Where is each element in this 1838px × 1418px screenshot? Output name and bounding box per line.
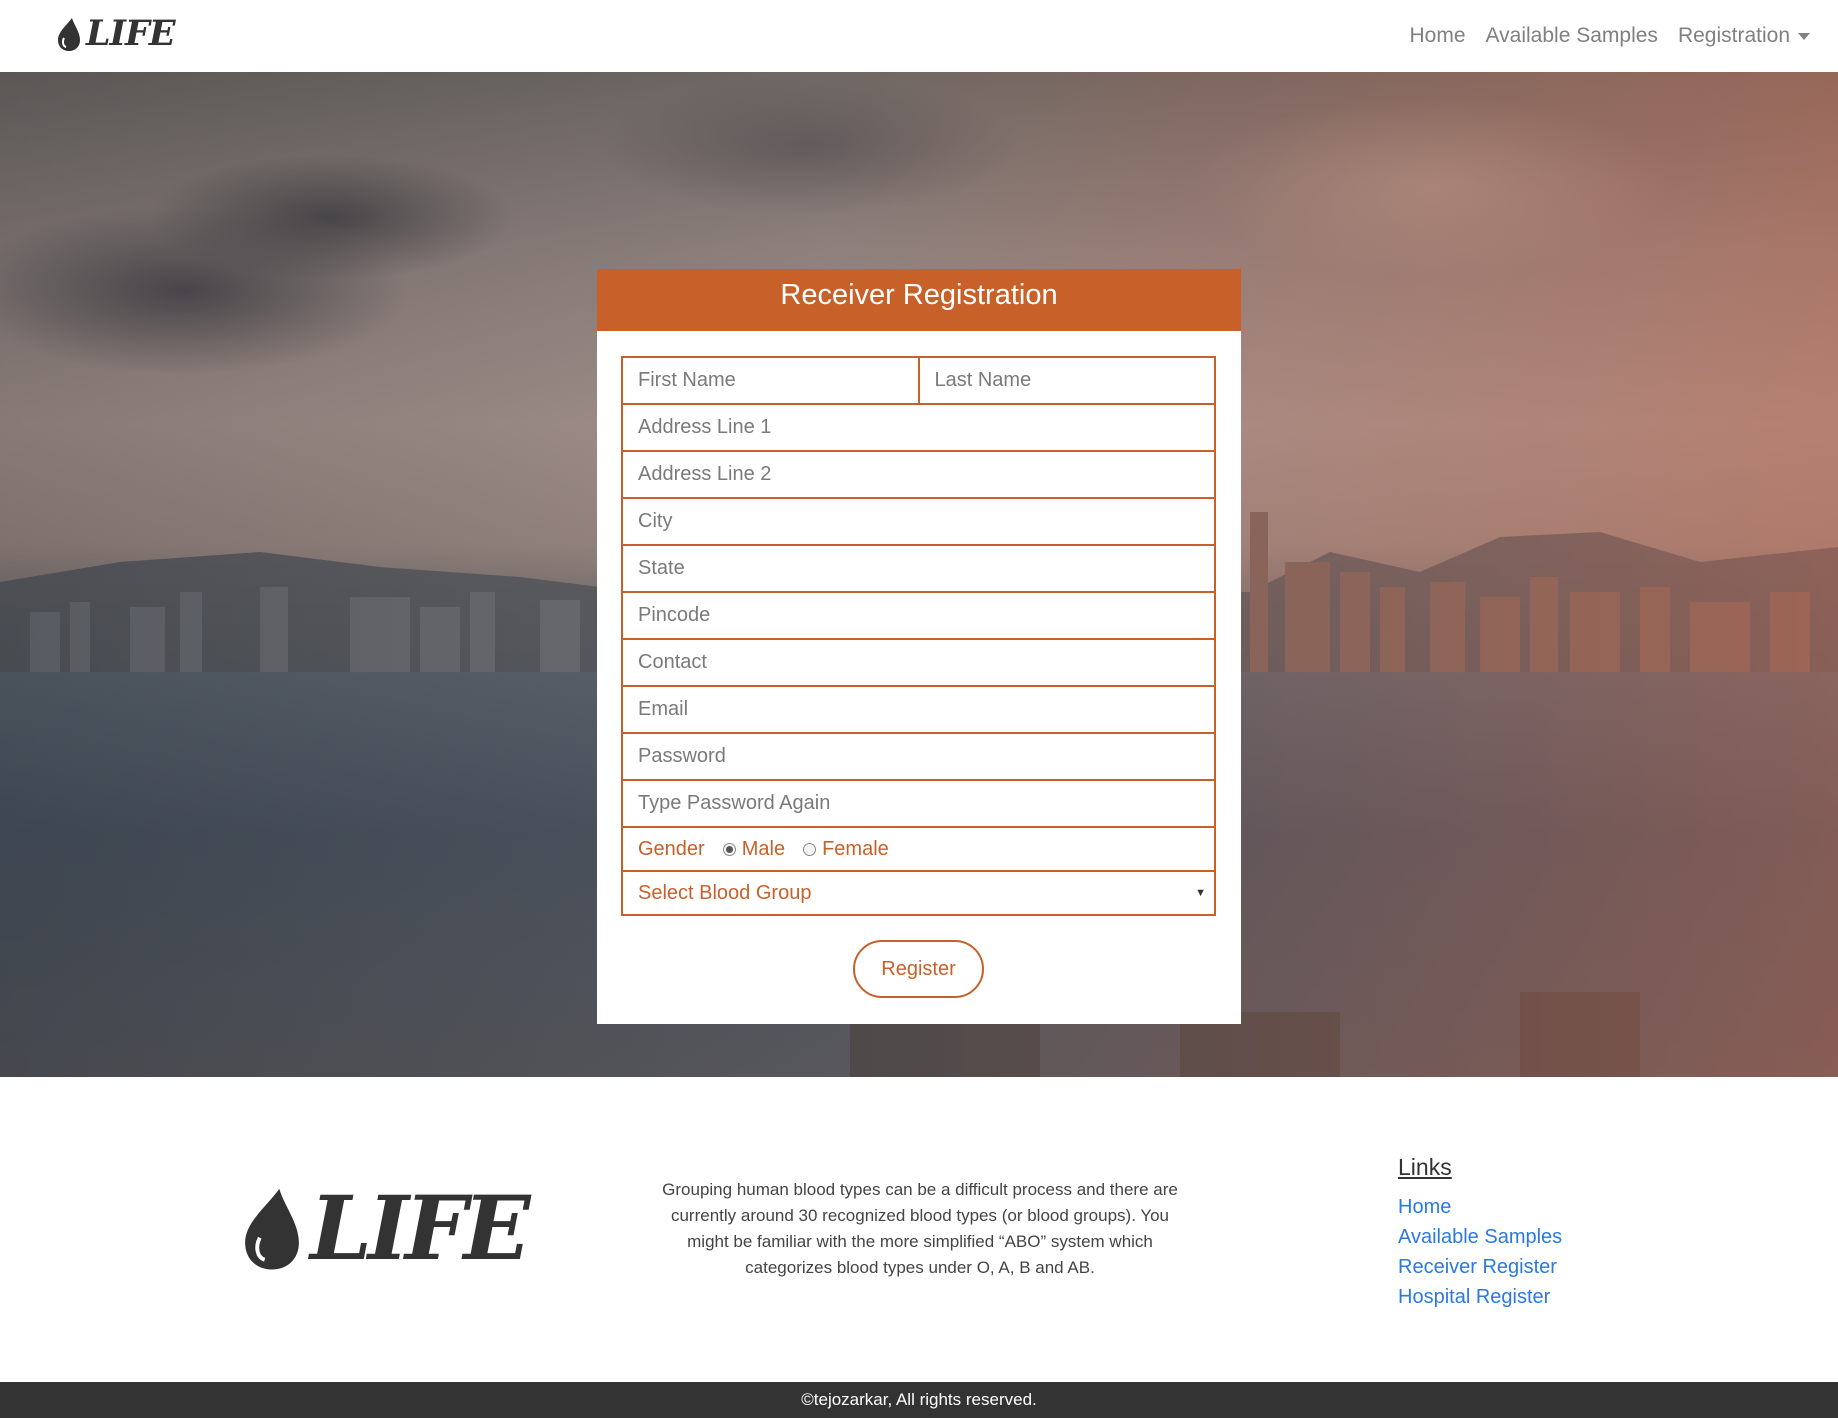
copyright-bar: ©tejozarkar, All rights reserved. (0, 1382, 1838, 1418)
gender-male-option[interactable]: Male (722, 837, 786, 861)
address2-row: Address Line 2 (623, 452, 1214, 499)
name-row: First Name Last Name (623, 358, 1214, 405)
select-arrow-icon: ▼ (1195, 887, 1206, 899)
contact-input[interactable]: Contact (623, 640, 1214, 685)
footer: LIFE Grouping human blood types can be a… (0, 1077, 1838, 1382)
state-row: State (623, 546, 1214, 593)
male-radio[interactable] (722, 842, 736, 856)
email-input[interactable]: Email (623, 687, 1214, 732)
card-title: Receiver Registration (597, 269, 1241, 331)
nav-registration-dropdown[interactable]: Registration (1678, 20, 1810, 52)
city-row: City (623, 499, 1214, 546)
footer-links-title: Links (1398, 1154, 1452, 1180)
footer-logo-text: LIFE (310, 1176, 531, 1280)
nav-available-samples[interactable]: Available Samples (1486, 20, 1658, 52)
navbar: LIFE Home Available Samples Registration (0, 0, 1838, 72)
address1-row: Address Line 1 (623, 405, 1214, 452)
female-label: Female (822, 837, 889, 860)
registration-form: First Name Last Name Address Line 1 Addr… (621, 356, 1216, 916)
registration-card: Receiver Registration First Name Last Na… (597, 269, 1241, 1024)
contact-row: Contact (623, 640, 1214, 687)
footer-links: Links Home Available Samples Receiver Re… (1398, 1150, 1562, 1312)
first-name-input[interactable]: First Name (623, 358, 920, 403)
footer-link-available-samples[interactable]: Available Samples (1398, 1222, 1562, 1252)
gender-row: Gender Male Female (623, 828, 1214, 872)
nav-home-label: Home (1409, 24, 1466, 47)
blood-group-value: Select Blood Group (638, 881, 812, 904)
main-nav: Home Available Samples Registration (1410, 20, 1810, 52)
blood-drop-icon (245, 1188, 299, 1270)
pincode-row: Pincode (623, 593, 1214, 640)
footer-link-receiver-register[interactable]: Receiver Register (1398, 1252, 1562, 1282)
password-input[interactable]: Password (623, 734, 1214, 779)
hero-background: Receiver Registration First Name Last Na… (0, 72, 1838, 1077)
address-line-1-input[interactable]: Address Line 1 (623, 405, 1214, 450)
nav-registration-label: Registration (1677, 24, 1790, 47)
last-name-input[interactable]: Last Name (920, 358, 1215, 403)
blood-group-select[interactable]: Select Blood Group ▼ (623, 872, 1214, 914)
city-input[interactable]: City (623, 499, 1214, 544)
footer-logo: LIFE (240, 1176, 531, 1280)
gender-label: Gender (638, 837, 705, 860)
blood-drop-icon (58, 18, 80, 51)
password-again-row: Type Password Again (623, 781, 1214, 828)
state-input[interactable]: State (623, 546, 1214, 591)
footer-description: Grouping human blood types can be a diff… (662, 1180, 1178, 1277)
caret-down-icon (1798, 32, 1810, 40)
brand-name: LIFE (86, 13, 176, 54)
pincode-input[interactable]: Pincode (623, 593, 1214, 638)
brand-logo[interactable]: LIFE (56, 13, 176, 54)
nav-home[interactable]: Home (1410, 20, 1466, 52)
password-again-input[interactable]: Type Password Again (623, 781, 1214, 826)
female-radio[interactable] (803, 842, 817, 856)
blood-group-row: Select Blood Group ▼ (623, 872, 1214, 914)
footer-link-hospital-register[interactable]: Hospital Register (1398, 1282, 1562, 1312)
male-label: Male (741, 837, 786, 860)
footer-link-home[interactable]: Home (1398, 1192, 1562, 1222)
nav-available-samples-label: Available Samples (1485, 24, 1658, 47)
gender-group: Gender Male Female (623, 828, 1214, 870)
password-row: Password (623, 734, 1214, 781)
address-line-2-input[interactable]: Address Line 2 (623, 452, 1214, 497)
register-button[interactable]: Register (853, 940, 984, 998)
email-row: Email (623, 687, 1214, 734)
gender-female-option[interactable]: Female (803, 838, 889, 861)
